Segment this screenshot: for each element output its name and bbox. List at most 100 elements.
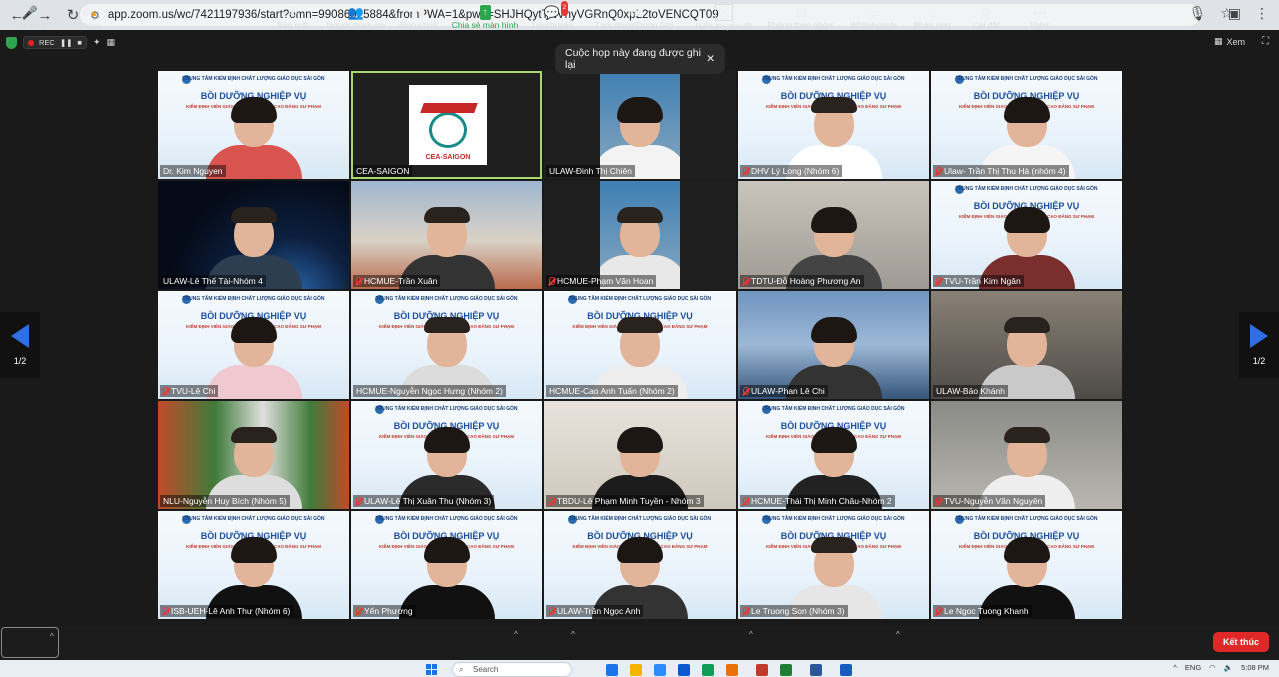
participant-tile[interactable]: HCMUE-Trần Xuân [351, 181, 542, 289]
participant-tile[interactable]: TBDU-Lê Phạm Minh Tuyền - Nhóm 3 [544, 401, 736, 509]
settings-button[interactable]: ⚙ Cài đặt [966, 0, 1006, 34]
participant-tile[interactable]: TRUNG TÂM KIỂM ĐỊNH CHẤT LƯỢNG GIÁO DỤC … [544, 511, 736, 619]
globe-icon [429, 112, 467, 148]
participant-video [205, 317, 302, 399]
participant-tile[interactable]: TRUNG TÂM KIỂM ĐỊNH CHẤT LƯỢNG GIÁO DỤC … [158, 511, 349, 619]
word-icon[interactable] [810, 664, 822, 676]
participant-name: TVU-Nguyễn Văn Nguyên [944, 496, 1043, 506]
share-screen-button[interactable]: ↑ Chia sẻ màn hình [448, 0, 522, 34]
security-button[interactable]: ⛨ Bảo mật [270, 0, 316, 34]
language-indicator[interactable]: ENG [1185, 663, 1201, 672]
pause-icon[interactable]: ❚❚ [60, 38, 73, 47]
prev-page-button[interactable]: 1/2 [0, 312, 40, 378]
close-icon[interactable]: ✕ [706, 53, 715, 65]
clock-time[interactable]: 5:08 PM [1241, 663, 1269, 672]
participant-tile[interactable]: TRUNG TÂM KIỂM ĐỊNH CHẤT LƯỢNG GIÁO DỤC … [931, 71, 1122, 179]
mute-label: Tắt tiếng [13, 19, 47, 30]
sparkle-icon[interactable]: ✦ [93, 37, 101, 48]
menu-dots-icon[interactable]: ⋮ [1255, 5, 1269, 22]
next-page-button[interactable]: 1/2 [1239, 312, 1279, 378]
mic-muted-icon [356, 277, 362, 285]
cc-icon: CC [715, 3, 733, 21]
sidebar-icon[interactable]: ▣ [1228, 5, 1241, 22]
pause-stop-recording-button[interactable]: ⏸⏹ Tạm dừng/Dừng Ghi [594, 0, 674, 34]
participant-name-label: Dr. Kim Nguyen [160, 165, 226, 177]
mic-muted-icon [163, 387, 169, 395]
file-explorer-icon[interactable] [630, 664, 642, 676]
grid-icon[interactable]: ▦ [107, 37, 116, 48]
video-button[interactable]: ■▲ Video [70, 0, 110, 34]
participant-tile[interactable]: TRUNG TÂM KIỂM ĐỊNH CHẤT LƯỢNG GIÁO DỤC … [738, 511, 929, 619]
participant-tile[interactable]: ULAW-Đinh Thị Chiên [544, 71, 736, 179]
participant-tile[interactable]: TDTU-Đỗ Hoàng Phương An [738, 181, 929, 289]
captions-button[interactable]: CC Hiển thị phụ đề [694, 0, 754, 34]
participants-button[interactable]: 👥 44 Người tham gia [322, 0, 390, 34]
participant-tile[interactable]: HCMUE-Phạm Văn Hoan [544, 181, 736, 289]
participant-tile[interactable]: TVU-Nguyễn Văn Nguyên [931, 401, 1122, 509]
excel-icon[interactable] [780, 664, 792, 676]
more-dots-icon: ••• [1033, 4, 1047, 20]
end-meeting-button[interactable]: Kết thúc [1213, 632, 1269, 652]
encryption-shield-icon[interactable] [6, 36, 17, 49]
share-caret-icon[interactable]: ^ [514, 630, 518, 639]
mute-caret-icon[interactable]: ^ [50, 632, 54, 641]
stop-icon[interactable]: ■ [77, 38, 82, 47]
participant-tile[interactable]: TRUNG TÂM KIỂM ĐỊNH CHẤT LƯỢNG GIÁO DỤC … [738, 71, 929, 179]
chat-caret-icon[interactable]: ^ [571, 630, 575, 639]
app-icon[interactable] [606, 664, 618, 676]
participant-tile[interactable]: CEA-SAIGON CEA-SAIGON [351, 71, 542, 179]
captions-caret-icon[interactable]: ^ [749, 630, 753, 639]
participant-tile[interactable]: TRUNG TÂM KIỂM ĐỊNH CHẤT LƯỢNG GIÁO DỤC … [158, 291, 349, 399]
participant-name: HCMUE-Thái Thị Minh Châu-Nhóm 2 [751, 496, 892, 506]
recording-toast: Cuộc họp này đang được ghi lại ✕ [555, 44, 725, 74]
participant-tile[interactable]: TRUNG TÂM KIỂM ĐỊNH CHẤT LƯỢNG GIÁO DỤC … [351, 401, 542, 509]
zalo-icon[interactable] [678, 664, 690, 676]
participant-tile[interactable]: TRUNG TÂM KIỂM ĐỊNH CHẤT LƯỢNG GIÁO DỤC … [158, 71, 349, 179]
taskbar-search[interactable]: ⌕ Search [452, 662, 572, 677]
participant-name: HCMUE-Phạm Văn Hoan [557, 276, 654, 286]
recording-indicator[interactable]: REC ❚❚ ■ [23, 36, 87, 49]
wifi-icon[interactable]: ◠ [1209, 663, 1216, 672]
more-button[interactable]: ••• Thêm [1022, 0, 1058, 34]
participant-tile[interactable]: TRUNG TÂM KIỂM ĐỊNH CHẤT LƯỢNG GIÁO DỤC … [351, 291, 542, 399]
participant-tile[interactable]: ULAW-Lê Thế Tài-Nhóm 4 [158, 181, 349, 289]
participant-tile[interactable]: TRUNG TÂM KIỂM ĐỊNH CHẤT LƯỢNG GIÁO DỤC … [931, 181, 1122, 289]
meeting-toolbar [0, 626, 1279, 660]
chat-button[interactable]: 💬 2 Trò chuyện [528, 0, 576, 34]
mic-icon[interactable]: 🎙 [1189, 5, 1207, 22]
participant-name: Le Ngoc Tuong Khanh [944, 606, 1029, 616]
chevron-up-icon[interactable]: ^ [1173, 663, 1177, 672]
word-icon[interactable] [840, 664, 852, 676]
view-button[interactable]: ▦ Xem [1214, 36, 1245, 47]
speaker-icon[interactable]: 🔈 [1224, 663, 1233, 672]
polls-button[interactable]: ▮▮ Bình chọn [396, 0, 440, 34]
pause-stop-icon: ⏸⏹ [627, 4, 641, 20]
grid-view-icon: ▦ [1213, 36, 1223, 46]
participant-name-label: NLU-Nguyễn Huy Bích (Nhóm 5) [160, 495, 290, 507]
breakout-rooms-button[interactable]: ⊞ Phòng theo nhóm [764, 0, 838, 34]
participant-tile[interactable]: TRUNG TÂM KIỂM ĐỊNH CHẤT LƯỢNG GIÁO DỤC … [738, 401, 929, 509]
participant-tile[interactable]: TRUNG TÂM KIỂM ĐỊNH CHẤT LƯỢNG GIÁO DỤC … [351, 511, 542, 619]
participant-name: TVU-Lê Chi [171, 386, 216, 396]
whiteboards-caret-icon[interactable]: ^ [896, 630, 900, 639]
chrome-icon[interactable] [726, 664, 738, 676]
breakout-label: Phòng theo nhóm [767, 19, 835, 30]
video-grid: TRUNG TÂM KIỂM ĐỊNH CHẤT LƯỢNG GIÁO DỤC … [158, 71, 1122, 620]
app-icon[interactable] [702, 664, 714, 676]
cea-saigon-logo: CEA-SAIGON [409, 85, 487, 165]
participant-tile[interactable]: ULAW-Bảo Khánh [931, 291, 1122, 399]
participant-tile[interactable]: TRUNG TÂM KIỂM ĐỊNH CHẤT LƯỢNG GIÁO DỤC … [544, 291, 736, 399]
zoom-app-icon[interactable] [654, 664, 666, 676]
participant-tile[interactable]: ULAW-Phan Lê Chi [738, 291, 929, 399]
participant-name: ULAW-Bảo Khánh [936, 386, 1005, 396]
fullscreen-icon[interactable]: ⛶ [1262, 36, 1269, 47]
participant-tile[interactable]: NLU-Nguyễn Huy Bích (Nhóm 5) [158, 401, 349, 509]
participant-tile[interactable]: TRUNG TÂM KIỂM ĐỊNH CHẤT LƯỢNG GIÁO DỤC … [931, 511, 1122, 619]
powerpoint-icon[interactable] [756, 664, 768, 676]
whiteboards-button[interactable]: ▭ Whiteboards [846, 0, 902, 34]
reactions-button[interactable]: ☺ Phản ứng [912, 0, 952, 34]
windows-start-icon[interactable] [426, 664, 437, 675]
participant-name-label: Le Truong Son (Nhóm 3) [740, 605, 848, 617]
participant-name: ISB-UEH-Lê Anh Thư (Nhóm 6) [171, 606, 291, 616]
mute-button[interactable]: 🎤 Tắt tiếng [8, 0, 52, 34]
